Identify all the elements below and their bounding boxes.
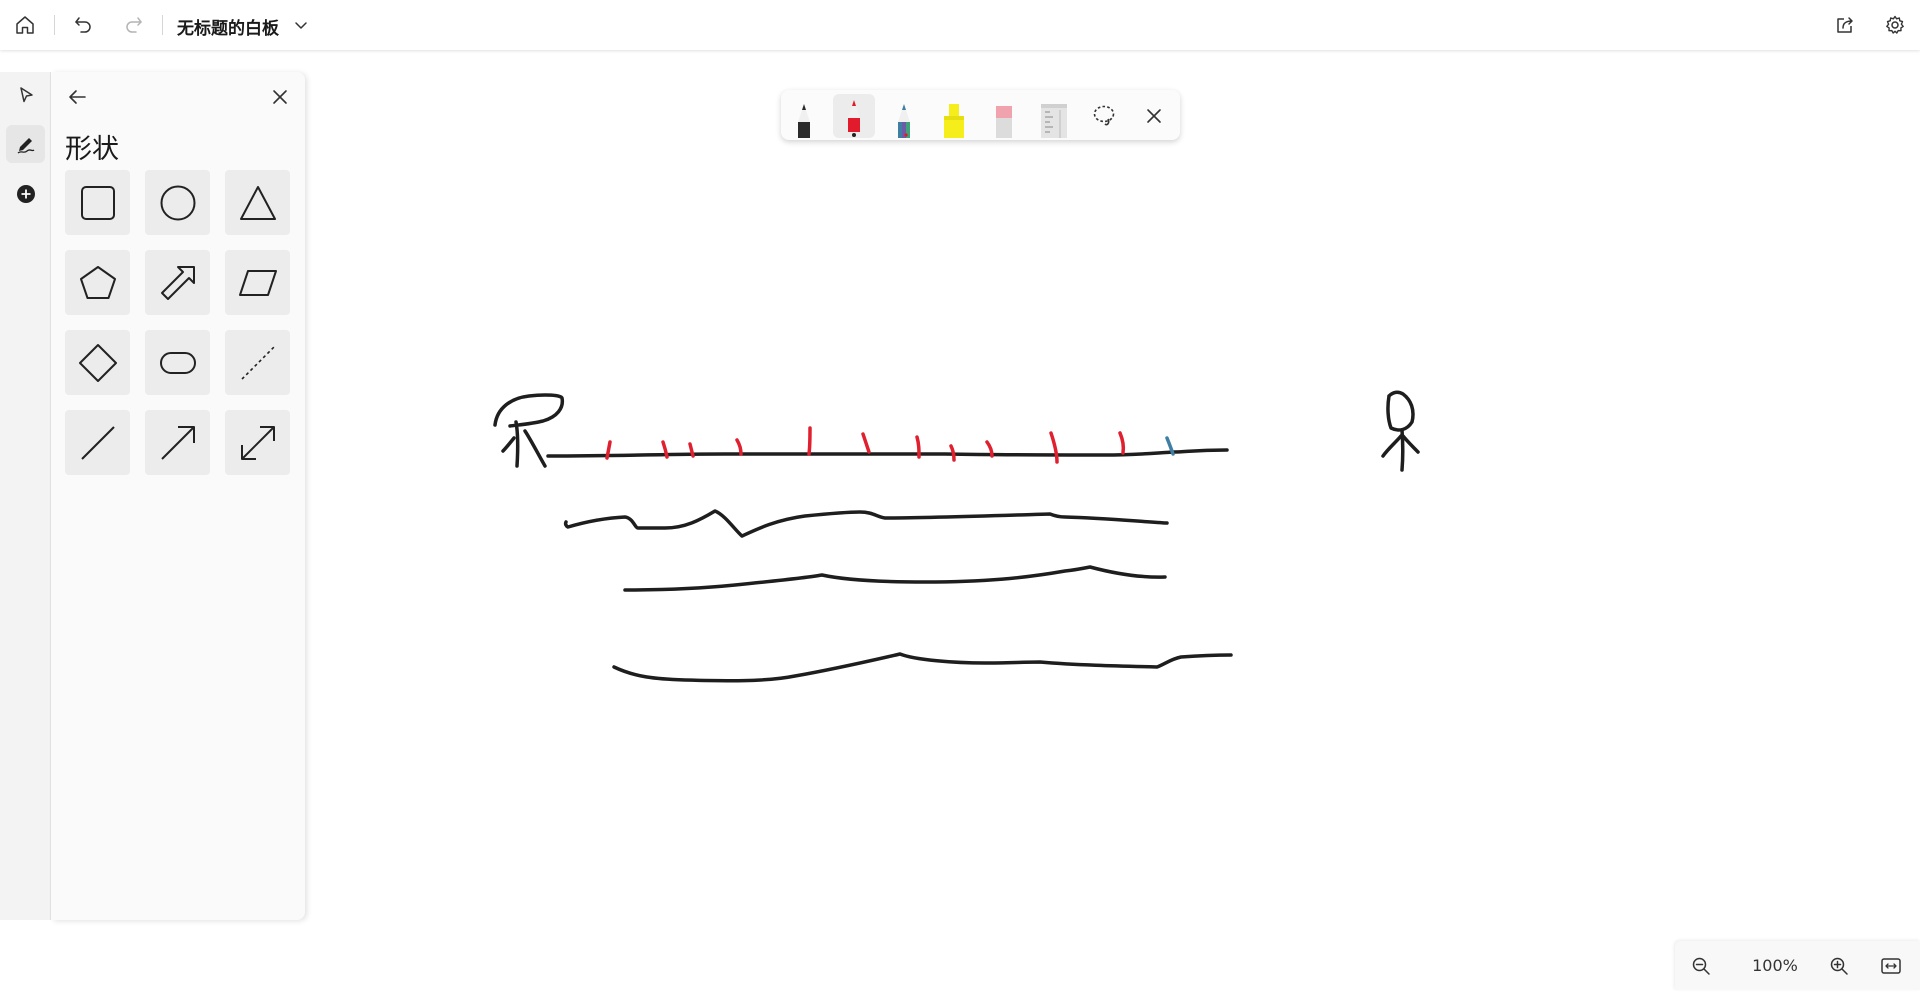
- ink-stroke: [1401, 434, 1420, 454]
- shape-arrow[interactable]: [145, 410, 210, 475]
- parallelogram-icon: [238, 269, 277, 296]
- triangle-icon: [239, 185, 276, 220]
- board-title[interactable]: 无标题的白板: [177, 14, 279, 39]
- plus-circle-icon: [16, 185, 35, 203]
- ink-stroke: [807, 426, 812, 456]
- pen-icon: [17, 138, 34, 154]
- zoom-out-button[interactable]: [1687, 952, 1715, 980]
- zoom-in-icon: [1830, 957, 1848, 975]
- shape-line[interactable]: [65, 410, 130, 475]
- zoom-in-button[interactable]: [1825, 952, 1853, 980]
- ink-stroke: [1118, 431, 1126, 455]
- ink-stroke: [735, 438, 743, 456]
- settings-button[interactable]: [1880, 10, 1910, 40]
- arrow-left-icon: [69, 90, 86, 104]
- diamond-icon: [78, 343, 117, 382]
- divider: [54, 15, 55, 35]
- close-panel-button[interactable]: [264, 82, 296, 112]
- shape-double-arrow[interactable]: [225, 410, 290, 475]
- top-bar: 无标题的白板: [0, 0, 1920, 50]
- ink-stroke: [546, 448, 1229, 458]
- double-arrow-icon: [240, 425, 275, 460]
- title-menu-button[interactable]: [290, 14, 312, 36]
- pentagon-icon: [79, 265, 116, 299]
- whiteboard-canvas[interactable]: [305, 50, 1920, 990]
- ink-stroke: [915, 435, 921, 459]
- undo-button[interactable]: [69, 10, 99, 40]
- redo-button[interactable]: [118, 10, 148, 40]
- line-icon: [80, 425, 115, 460]
- close-icon: [273, 90, 287, 104]
- panel-title: 形状: [65, 134, 119, 165]
- ink-stroke: [563, 509, 1169, 538]
- ink-layer: [493, 390, 1420, 683]
- shape-triangle[interactable]: [225, 170, 290, 235]
- tool-rail: [0, 72, 51, 920]
- ink-stroke: [493, 393, 565, 428]
- shape-circle[interactable]: [145, 170, 210, 235]
- ink-tool-button[interactable]: [6, 125, 45, 163]
- shape-arrow-block[interactable]: [145, 250, 210, 315]
- home-button[interactable]: [10, 10, 40, 40]
- zoom-level[interactable]: 100%: [1745, 956, 1805, 975]
- arrow-icon: [160, 425, 195, 460]
- share-icon: [1837, 17, 1853, 33]
- fit-width-icon: [1881, 958, 1901, 974]
- shape-grid: [65, 170, 290, 475]
- circle-icon: [160, 185, 195, 220]
- square-icon: [80, 185, 115, 220]
- ink-stroke: [612, 652, 1233, 683]
- shape-rounded-rectangle[interactable]: [145, 330, 210, 395]
- rounded-rectangle-icon: [159, 351, 196, 374]
- ink-stroke: [1049, 431, 1059, 464]
- home-icon: [16, 16, 34, 34]
- ink-stroke: [861, 432, 871, 454]
- select-tool-button[interactable]: [6, 76, 45, 114]
- pointer-icon: [19, 87, 33, 103]
- fit-to-screen-button[interactable]: [1877, 952, 1905, 980]
- ink-stroke: [501, 436, 516, 453]
- ink-stroke: [514, 420, 520, 468]
- zoom-out-icon: [1692, 957, 1710, 975]
- shapes-panel: 形状: [52, 72, 305, 920]
- ink-stroke: [1386, 390, 1415, 432]
- ink-stroke: [523, 429, 547, 468]
- shape-parallelogram[interactable]: [225, 250, 290, 315]
- gear-icon: [1886, 15, 1904, 34]
- shape-square[interactable]: [65, 170, 130, 235]
- block-arrow-icon: [160, 265, 195, 300]
- back-button[interactable]: [61, 82, 93, 112]
- undo-icon: [75, 17, 91, 33]
- redo-icon: [126, 17, 142, 33]
- ink-stroke: [1381, 434, 1403, 458]
- share-button[interactable]: [1830, 10, 1860, 40]
- shape-diamond[interactable]: [65, 330, 130, 395]
- zoom-bar: 100%: [1675, 941, 1920, 990]
- ink-stroke: [623, 565, 1167, 592]
- shape-dashed-line[interactable]: [225, 330, 290, 395]
- divider: [162, 15, 163, 35]
- dashed-line-icon: [240, 345, 275, 380]
- shape-pentagon[interactable]: [65, 250, 130, 315]
- insert-button[interactable]: [6, 175, 45, 213]
- chevron-down-icon: [295, 22, 307, 29]
